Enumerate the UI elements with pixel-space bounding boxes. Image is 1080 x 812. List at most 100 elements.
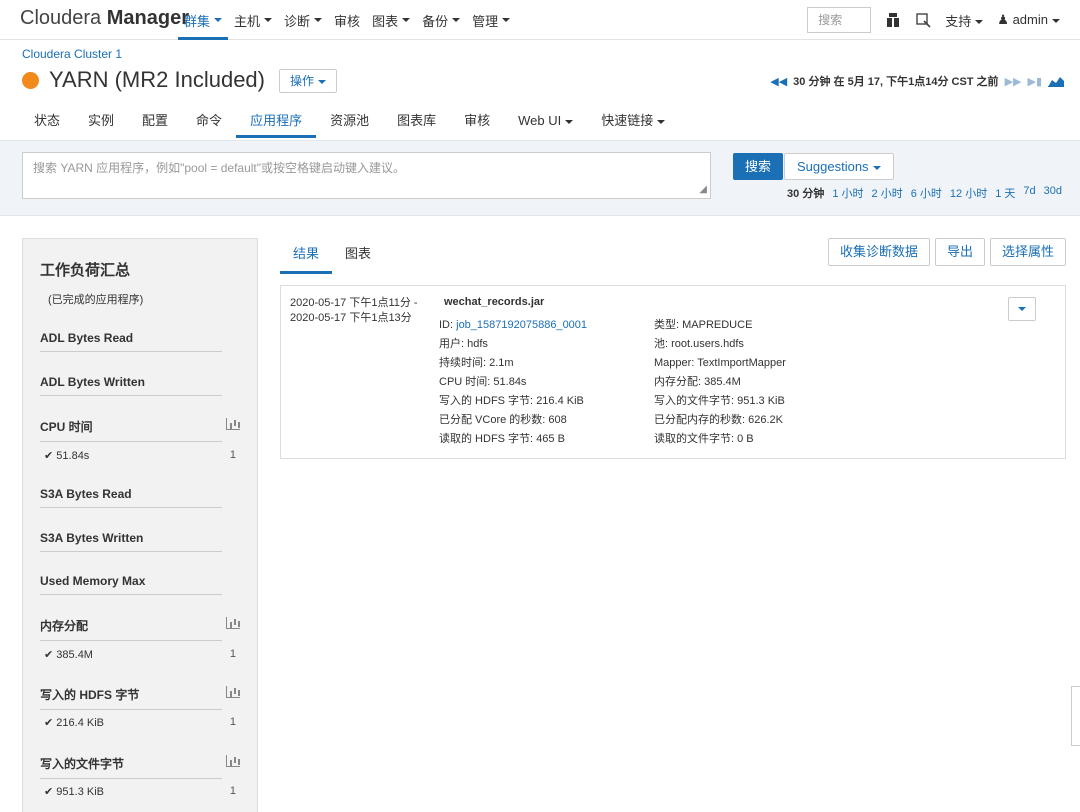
caret-down-icon [872, 165, 881, 170]
tab-charts[interactable]: 图表 [332, 238, 384, 274]
search-button[interactable]: 搜索 [733, 153, 784, 180]
detail-mapper: Mapper: TextImportMapper [654, 354, 786, 373]
tab-results[interactable]: 结果 [280, 238, 333, 274]
feedback-edge-tab[interactable] [1071, 686, 1080, 746]
app-end-time: 2020-05-17 下午1点13分 [290, 312, 412, 324]
menu-backup[interactable]: 备份 [416, 0, 466, 40]
tab-audits[interactable]: 审核 [450, 106, 504, 138]
facet-memory-allocated[interactable]: 内存分配 [40, 617, 240, 641]
bar-chart-icon[interactable] [226, 418, 240, 430]
export-button[interactable]: 导出 [934, 238, 985, 266]
range-7d[interactable]: 7d [1023, 185, 1035, 201]
range-12h[interactable]: 12 小时 [950, 185, 987, 201]
range-30d[interactable]: 30d [1044, 185, 1062, 201]
running-commands-icon[interactable] [915, 12, 931, 28]
suggestions-button[interactable]: Suggestions [784, 153, 894, 180]
range-30m[interactable]: 30 分钟 [787, 185, 824, 201]
facet-value-row[interactable]: ✔ 951.3 KiB 1 [44, 785, 236, 798]
top-navbar: Cloudera Manager 群集 主机 诊断 审核 图表 备份 管理 搜索… [0, 0, 1080, 40]
facet-adl-bytes-written[interactable]: ADL Bytes Written [40, 375, 222, 396]
facet-value-row[interactable]: ✔ 385.4M 1 [44, 648, 236, 661]
job-id-link[interactable]: job_1587192075886_0001 [456, 319, 587, 331]
menu-administration[interactable]: 管理 [466, 0, 516, 40]
facet-count: 1 [229, 449, 236, 461]
parcel-icon[interactable] [885, 12, 901, 28]
tab-label: 快速链接 [601, 113, 654, 128]
detail-label: 已分配内存的秒数: [654, 414, 746, 426]
tab-instances[interactable]: 实例 [74, 106, 128, 138]
range-1h[interactable]: 1 小时 [832, 185, 863, 201]
cloudera-manager-logo[interactable]: Cloudera Manager [20, 7, 189, 30]
now-icon[interactable]: ▶▮ [1027, 75, 1042, 88]
facet-value-row[interactable]: ✔ 51.84s 1 [44, 449, 236, 462]
cluster-breadcrumb[interactable]: Cloudera Cluster 1 [22, 47, 122, 61]
menu-label: 审核 [334, 13, 361, 29]
facet-label: 内存分配 [40, 619, 89, 633]
menu-label: 图表 [372, 13, 399, 29]
app-actions-dropdown[interactable] [1008, 297, 1036, 321]
facet-label: S3A Bytes Read [40, 487, 132, 501]
support-menu[interactable]: 支持 [945, 11, 984, 30]
time-control: ◀◀ 30 分钟 在 5月 17, 下午1点14分 CST 之前 ▶▶ ▶▮ [770, 73, 1064, 89]
menu-audits[interactable]: 审核 [328, 0, 366, 40]
timeline-chart-icon[interactable] [1048, 75, 1064, 87]
tab-commands[interactable]: 命令 [182, 106, 236, 138]
caret-down-icon [657, 119, 666, 124]
tab-chart-library[interactable]: 图表库 [383, 106, 450, 138]
caret-down-icon [318, 79, 327, 84]
tab-configuration[interactable]: 配置 [128, 106, 182, 138]
detail-label: 内存分配: [654, 376, 702, 388]
menu-hosts[interactable]: 主机 [228, 0, 278, 40]
check-icon: ✔ [44, 649, 54, 661]
query-textarea[interactable]: 搜索 YARN 应用程序，例如"pool = default"或按空格键启动键入… [22, 152, 711, 199]
forward-icon[interactable]: ▶▶ [1005, 75, 1022, 88]
bar-chart-icon[interactable] [226, 617, 240, 629]
app-name: wechat_records.jar [444, 296, 545, 308]
rewind-icon[interactable]: ◀◀ [770, 75, 787, 88]
application-row: 2020-05-17 下午1点11分 - 2020-05-17 下午1点13分 … [280, 285, 1066, 459]
detail-hdfs-written: 写入的 HDFS 字节: 216.4 KiB [439, 392, 587, 411]
detail-memory-allocated: 内存分配: 385.4M [654, 373, 786, 392]
brand-light-text: Cloudera [20, 7, 102, 29]
collect-diagnostics-button[interactable]: 收集诊断数据 [827, 238, 930, 266]
range-6h[interactable]: 6 小时 [911, 185, 942, 201]
facet-file-bytes-written[interactable]: 写入的文件字节 [40, 755, 240, 779]
bar-chart-icon[interactable] [226, 686, 240, 698]
detail-value: 2.1m [489, 357, 514, 369]
facet-used-memory-max[interactable]: Used Memory Max [40, 574, 222, 595]
range-1d[interactable]: 1 天 [995, 185, 1015, 201]
range-2h[interactable]: 2 小时 [872, 185, 903, 201]
menu-clusters[interactable]: 群集 [178, 0, 229, 40]
facet-hdfs-bytes-written[interactable]: 写入的 HDFS 字节 [40, 686, 240, 710]
caret-down-icon [402, 18, 411, 22]
menu-charts[interactable]: 图表 [366, 0, 416, 40]
global-search-input[interactable]: 搜索 [807, 7, 872, 33]
facet-s3a-bytes-written[interactable]: S3A Bytes Written [40, 531, 222, 552]
facet-value-row[interactable]: ✔ 216.4 KiB 1 [44, 716, 236, 729]
tab-quick-links[interactable]: 快速链接 [587, 106, 679, 138]
time-window-label[interactable]: 30 分钟 在 5月 17, 下午1点14分 CST 之前 [793, 73, 998, 89]
facet-cpu-time[interactable]: CPU 时间 [40, 418, 240, 442]
sidebar-subtitle: (已完成的应用程序) [48, 294, 144, 306]
user-menu[interactable]: ♟ admin [997, 12, 1060, 28]
main-menu: 群集 主机 诊断 审核 图表 备份 管理 [178, 0, 516, 40]
menu-diagnostics[interactable]: 诊断 [278, 0, 328, 40]
facet-adl-bytes-read[interactable]: ADL Bytes Read [40, 331, 222, 352]
facet-value: 51.84s [56, 450, 90, 462]
detail-user: 用户: hdfs [439, 335, 587, 354]
detail-type: 类型: MAPREDUCE [654, 316, 786, 335]
bar-chart-icon[interactable] [226, 755, 240, 767]
actions-button[interactable]: 操作 [279, 69, 338, 93]
facet-s3a-bytes-read[interactable]: S3A Bytes Read [40, 487, 222, 508]
menu-label: 群集 [184, 13, 211, 29]
select-attributes-button[interactable]: 选择属性 [989, 238, 1066, 266]
sidebar-title: 工作负荷汇总 [40, 262, 131, 279]
tab-status[interactable]: 状态 [20, 106, 74, 138]
resize-grip-icon[interactable]: ◢ [699, 184, 707, 195]
tab-applications[interactable]: 应用程序 [236, 106, 317, 138]
detail-value: 465 B [536, 433, 565, 445]
tab-web-ui[interactable]: Web UI [504, 106, 587, 138]
support-label: 支持 [945, 13, 972, 29]
tab-resource-pools[interactable]: 资源池 [316, 106, 383, 138]
caret-down-icon [565, 119, 574, 124]
